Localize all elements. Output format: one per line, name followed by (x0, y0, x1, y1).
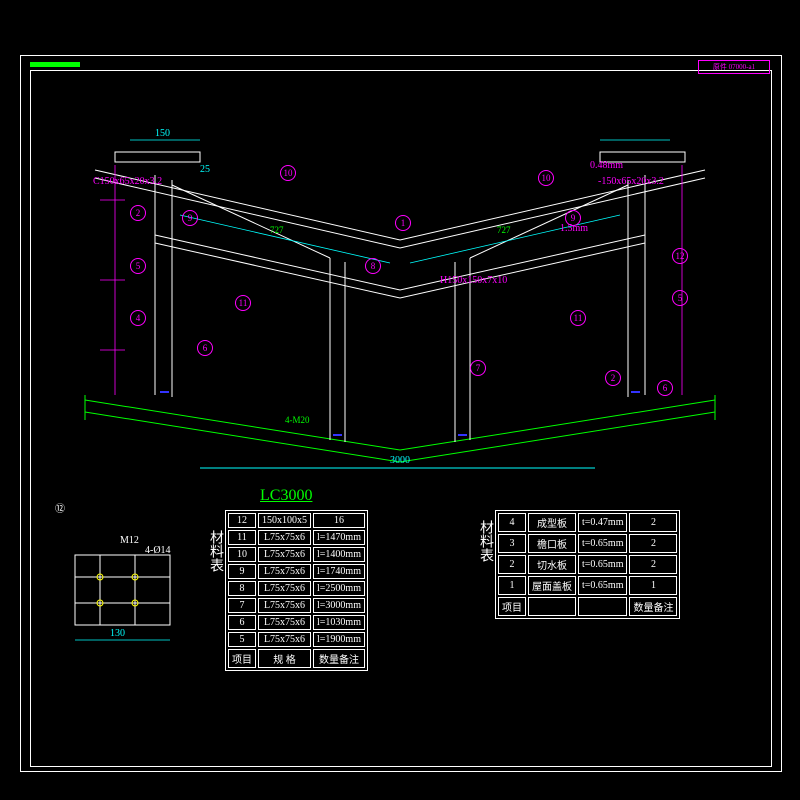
dim-slope: 727 (270, 225, 284, 235)
callout-11l: 11 (235, 295, 251, 311)
label-right-c: -150x65x20x3.2 (598, 176, 664, 187)
callout-2: 2 (130, 205, 146, 221)
dim-slope2: 727 (497, 225, 511, 235)
right-table-title: 材料表 (475, 520, 495, 562)
label-left-c: C150x65x20x3.2 (93, 176, 162, 187)
callout-5: 5 (130, 258, 146, 274)
dim-thk2: 1.5mm (560, 223, 588, 234)
callout-10r: 10 (538, 170, 554, 186)
materials-table-left: 12150x100x51611L75x75x6l=1470mm10L75x75x… (225, 510, 368, 671)
materials-table-right: 4成型板t=0.47mm23檐口板t=0.65mm22切水板t=0.65mm21… (495, 510, 680, 619)
m12-holes: 4-Ø14 (145, 545, 171, 556)
view-title: LC3000 (260, 487, 312, 505)
callout-4: 4 (130, 310, 146, 326)
callout-7: 7 (470, 360, 486, 376)
callout-8: 8 (365, 258, 381, 274)
callout-2r: 2 (605, 370, 621, 386)
drawing-canvas (0, 0, 800, 800)
m12-dim: 130 (110, 628, 125, 639)
callout-10l: 10 (280, 165, 296, 181)
callout-5r: 5 (672, 290, 688, 306)
callout-6r: 6 (657, 380, 673, 396)
callout-11r: 11 (570, 310, 586, 326)
dim-span: 3000 (390, 455, 410, 466)
dim-thk: 0.48mm (590, 160, 623, 171)
label-beam: H150x150x7x10 (440, 275, 507, 286)
callout-1: 1 (395, 215, 411, 231)
label-bolts: 4-M20 (285, 415, 310, 425)
callout-12: 12 (672, 248, 688, 264)
dim-top-left: 150 (155, 128, 170, 139)
left-table-title: 材料表 (205, 530, 225, 572)
dim-spacing: 25 (200, 164, 210, 175)
callout-9l: 9 (182, 210, 198, 226)
callout-12-ref: ⑫ (55, 500, 65, 515)
m12-label: M12 (120, 535, 139, 546)
callout-6l: 6 (197, 340, 213, 356)
